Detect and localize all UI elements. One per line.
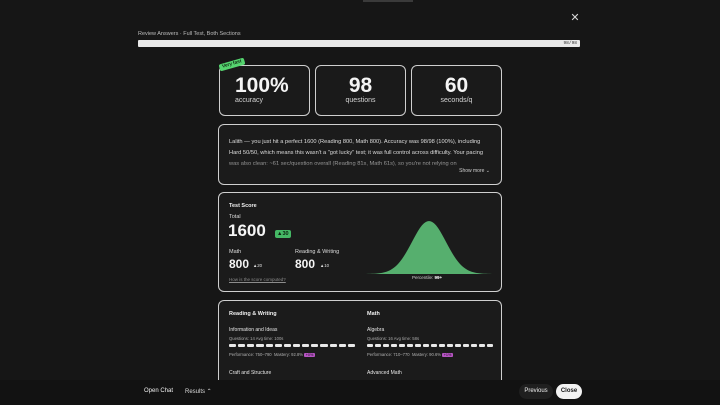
math-section-title: Math <box>367 311 380 317</box>
math-section: Math Algebra Questions: 16 Avg time: 58s… <box>367 311 495 376</box>
percentile-readout: Percentile: 99+ <box>412 275 442 280</box>
test-score-title: Test Score <box>229 203 257 209</box>
rw-section: Reading & Writing Information and Ideas … <box>229 311 357 376</box>
questions-value: 98 <box>348 74 373 97</box>
accuracy-label: accuracy <box>235 97 264 104</box>
questions-label: questions <box>345 97 376 104</box>
questions-card: 98 questions <box>315 65 406 116</box>
pace-value: 60 <box>444 74 469 97</box>
score-distribution-curve <box>364 221 494 274</box>
math-mastery-chip: +1% <box>442 353 453 357</box>
previous-button[interactable]: Previous <box>519 384 553 399</box>
rw-next-domain: Craft and Structure <box>229 370 272 376</box>
how-computed-link[interactable]: How is the score computed? <box>229 277 286 282</box>
open-chat-button[interactable]: Open Chat <box>144 388 173 394</box>
total-score: 1600 <box>228 221 266 240</box>
rw-mastery-chip: +0% <box>304 353 315 357</box>
math-label: Math <box>229 249 242 255</box>
pace-label: seconds/q <box>440 97 473 104</box>
test-score-card: Test Score Total 1600 ▲30 Math 800 ▲20 R… <box>218 192 502 292</box>
rw-domain-title: Information and Ideas <box>229 327 278 333</box>
math-score: 800 <box>229 257 250 271</box>
rw-score: 800 <box>295 257 316 271</box>
math-next-domain: Advanced Math <box>367 370 402 376</box>
rw-domain-meta: Questions: 14 Avg time: 100s <box>229 336 284 341</box>
distribution-area <box>364 221 494 274</box>
rw-label: Reading & Writing <box>295 249 340 255</box>
summary-card: Lalith — you just hit a perfect 1600 (Re… <box>218 124 502 185</box>
rw-delta: ▲10 <box>320 263 330 268</box>
math-domain-meta: Questions: 16 Avg time: 58s <box>367 336 420 341</box>
percentile-label: Percentile: <box>412 275 434 280</box>
rw-section-title: Reading & Writing <box>229 311 277 317</box>
progress-count: 98/98 <box>563 41 577 46</box>
top-handle <box>363 0 413 2</box>
rw-performance: Performance: 750–790 Mastery: 92.8% +0% <box>229 352 315 357</box>
results-dropdown[interactable]: Results ⌃ <box>185 388 212 395</box>
progress-bar: 98/98 <box>138 40 580 47</box>
accuracy-card: 100% accuracy <box>219 65 310 116</box>
total-delta-badge: ▲30 <box>275 230 291 238</box>
math-delta: ▲20 <box>253 263 263 268</box>
rw-question-bar <box>229 344 355 347</box>
math-question-bar <box>367 344 493 347</box>
pace-card: 60 seconds/q <box>411 65 502 116</box>
total-label: Total <box>229 214 241 220</box>
page-title: Review Answers · Full Test, Both Section… <box>138 31 241 37</box>
math-domain-title: Algebra <box>367 327 385 333</box>
show-more-button[interactable]: Show more ⌄ <box>459 168 490 174</box>
close-icon[interactable]: ✕ <box>568 11 582 25</box>
bottom-bar <box>0 380 720 405</box>
sections-card: Reading & Writing Information and Ideas … <box>218 300 502 380</box>
accuracy-value: 100% <box>235 74 289 97</box>
percentile-value: 99+ <box>434 275 443 280</box>
close-button[interactable]: Close <box>556 384 582 399</box>
math-performance: Performance: 710–770 Mastery: 90.6% +1% <box>367 352 453 357</box>
